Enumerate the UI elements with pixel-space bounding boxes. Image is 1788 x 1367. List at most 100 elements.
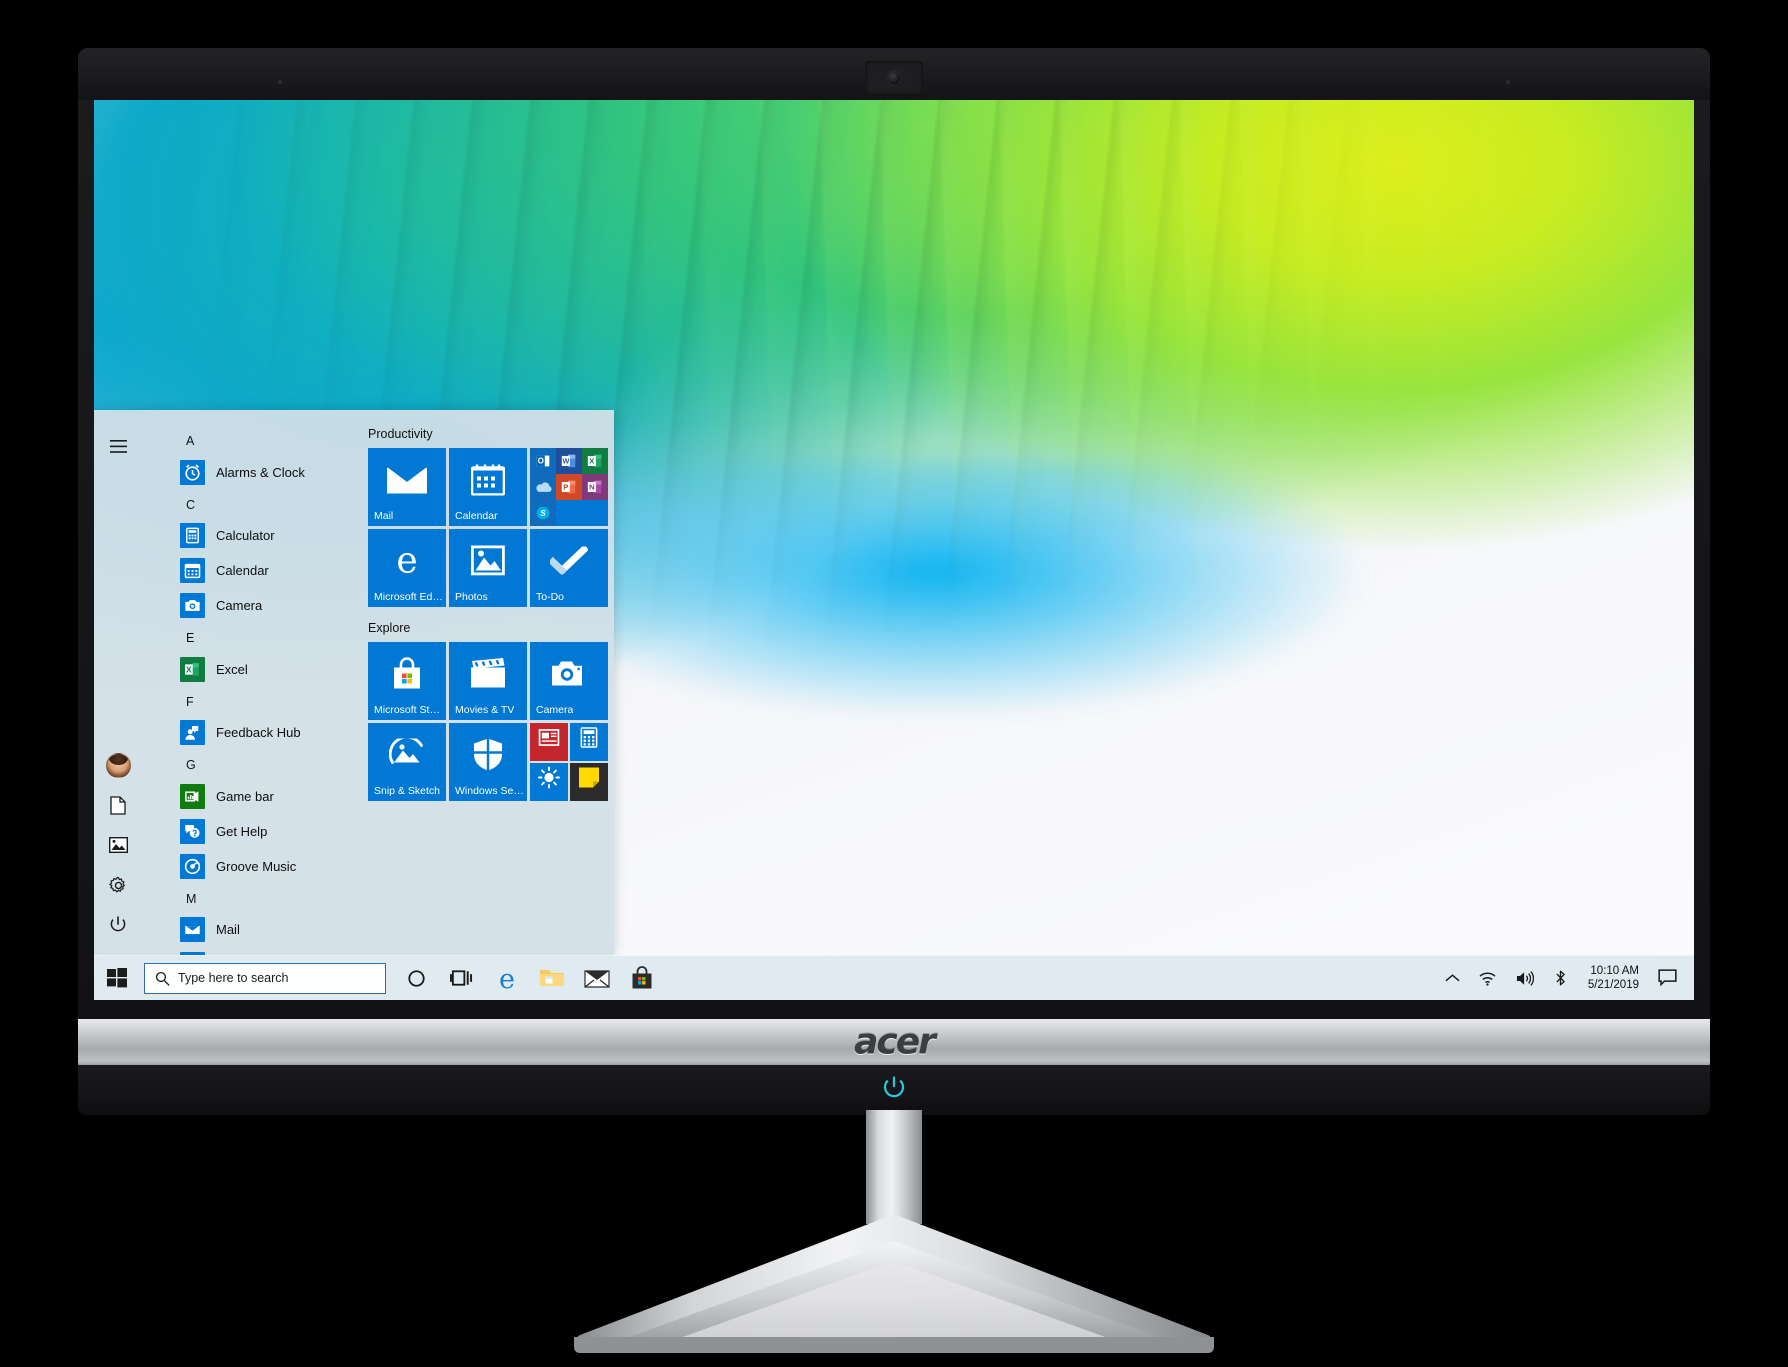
- alpha-header[interactable]: C: [142, 490, 354, 519]
- alpha-header[interactable]: G: [142, 750, 354, 779]
- sidebar-item-pictures[interactable]: [98, 825, 138, 865]
- sidebar-item-documents[interactable]: [98, 785, 138, 825]
- power-indicator-icon[interactable]: [881, 1075, 907, 1101]
- taskbar[interactable]: Type here to search e 10:10 AM 5/21/2019: [94, 955, 1694, 1000]
- app-label: Calculator: [216, 528, 275, 543]
- powerpoint-icon: P: [556, 474, 582, 500]
- search-input[interactable]: Type here to search: [144, 962, 386, 994]
- list-item[interactable]: Calendar: [142, 553, 354, 588]
- weather-icon: [538, 766, 560, 793]
- task-view-button[interactable]: [439, 956, 484, 1001]
- webcam-icon: [886, 70, 902, 86]
- tile-news[interactable]: [530, 723, 568, 761]
- tile-snip-and-sketch[interactable]: Snip & Sketch: [368, 723, 446, 801]
- list-item[interactable]: X Excel: [142, 652, 354, 687]
- camera-icon: [551, 660, 587, 693]
- app-label: Game bar: [216, 788, 274, 804]
- svg-text:e: e: [396, 542, 417, 580]
- taskbar-pinned-apps: e: [394, 956, 664, 1001]
- list-item[interactable]: Camera: [142, 588, 354, 623]
- tile-movies-and-tv[interactable]: Movies & TV: [449, 642, 527, 720]
- bluetooth-icon: [1556, 970, 1565, 986]
- tile-small-cluster: [530, 723, 608, 801]
- tile-calendar[interactable]: Calendar: [449, 448, 527, 526]
- alpha-header[interactable]: F: [142, 687, 354, 716]
- microphone-right-icon: [1506, 80, 1510, 84]
- action-center-button[interactable]: [1649, 956, 1686, 1001]
- list-item[interactable]: Feedback Hub: [142, 715, 354, 750]
- list-item[interactable]: Groove Music: [142, 849, 354, 884]
- mail-icon: [583, 970, 610, 988]
- news-icon: [538, 728, 560, 751]
- excel-icon: X: [180, 656, 205, 682]
- alarm-clock-icon: [180, 459, 205, 485]
- network-button[interactable]: [1469, 956, 1506, 1001]
- groove-music-icon: [180, 853, 205, 879]
- tile-microsoft-store[interactable]: Microsoft Store: [368, 642, 446, 720]
- hamburger-menu-icon[interactable]: [98, 426, 138, 466]
- app-label: Calendar: [216, 563, 269, 578]
- excel-icon: X: [582, 448, 608, 474]
- sidebar-item-settings[interactable]: [98, 865, 138, 905]
- mail-button[interactable]: [574, 956, 619, 1001]
- cortana-circle-icon: [408, 969, 425, 987]
- list-item[interactable]: Game bar: [142, 779, 354, 814]
- alpha-header[interactable]: M: [142, 884, 354, 913]
- monitor-stand-base: [574, 1215, 1214, 1353]
- alpha-header[interactable]: E: [142, 623, 354, 652]
- list-item[interactable]: Alarms & Clock: [142, 455, 354, 490]
- file-explorer-button[interactable]: [529, 956, 574, 1001]
- list-item[interactable]: Mail: [142, 912, 354, 947]
- tile-office-suite[interactable]: O W X P N S: [530, 448, 608, 526]
- tile-to-do[interactable]: To-Do: [530, 529, 608, 607]
- app-label: Camera: [216, 598, 263, 613]
- calendar-icon: [470, 464, 506, 501]
- monitor-neck: [866, 1110, 922, 1224]
- app-label: Groove Music: [216, 858, 297, 874]
- tile-group-title[interactable]: Explore: [368, 621, 614, 635]
- tile-camera[interactable]: Camera: [530, 642, 608, 720]
- list-item[interactable]: Maps: [142, 947, 354, 955]
- tile-windows-security[interactable]: Windows Sec...: [449, 723, 527, 801]
- clock[interactable]: 10:10 AM 5/21/2019: [1578, 956, 1649, 1001]
- tile-photos[interactable]: Photos: [449, 529, 527, 607]
- speaker-icon: [1516, 970, 1534, 986]
- edge-icon: e: [389, 541, 425, 585]
- tile-mail[interactable]: Mail: [368, 448, 446, 526]
- display-screen: A Alarms & Clock C Calculator Calendar C…: [94, 100, 1694, 1000]
- tile-microsoft-edge[interactable]: e Microsoft Edge: [368, 529, 446, 607]
- cortana-button[interactable]: [394, 956, 439, 1001]
- list-item[interactable]: Calculator: [142, 518, 354, 553]
- tile-calculator[interactable]: [570, 723, 608, 761]
- app-label: Feedback Hub: [216, 725, 301, 740]
- bluetooth-button[interactable]: [1543, 956, 1578, 1001]
- sidebar-item-power[interactable]: [98, 905, 138, 945]
- start-menu[interactable]: A Alarms & Clock C Calculator Calendar C…: [94, 410, 614, 955]
- tile-label: Mail: [374, 510, 394, 522]
- tile-sticky-notes[interactable]: [570, 763, 608, 801]
- movies-tv-icon: [469, 658, 507, 695]
- app-label: Get Help: [216, 823, 268, 839]
- screenshot-root: A Alarms & Clock C Calculator Calendar C…: [0, 0, 1788, 1367]
- microsoft-edge-button[interactable]: e: [484, 956, 529, 1001]
- sidebar-item-user-account[interactable]: [98, 745, 138, 785]
- wifi-icon: [1479, 972, 1496, 986]
- start-button[interactable]: [94, 956, 140, 1001]
- camera-icon: [180, 593, 205, 618]
- alpha-header[interactable]: A: [142, 426, 354, 455]
- all-apps-list[interactable]: A Alarms & Clock C Calculator Calendar C…: [142, 410, 354, 955]
- microsoft-store-button[interactable]: [619, 956, 664, 1001]
- tile-weather[interactable]: [530, 763, 568, 801]
- tile-group-explore: Microsoft Store Movies & TV Camera Snip …: [368, 642, 610, 801]
- show-hidden-icons-button[interactable]: [1436, 956, 1469, 1001]
- tile-group-title[interactable]: Productivity: [368, 427, 614, 441]
- microsoft-store-icon: [391, 657, 423, 696]
- edge-icon: e: [499, 964, 515, 992]
- start-menu-tiles[interactable]: Productivity Mail Calendar O W X P N S e…: [354, 410, 614, 955]
- volume-button[interactable]: [1506, 956, 1543, 1001]
- app-label: Mail: [216, 922, 240, 937]
- start-menu-rail: [94, 410, 142, 955]
- monitor-body: A Alarms & Clock C Calculator Calendar C…: [78, 48, 1710, 1048]
- outlook-icon: O: [530, 448, 556, 474]
- list-item[interactable]: Get Help: [142, 814, 354, 849]
